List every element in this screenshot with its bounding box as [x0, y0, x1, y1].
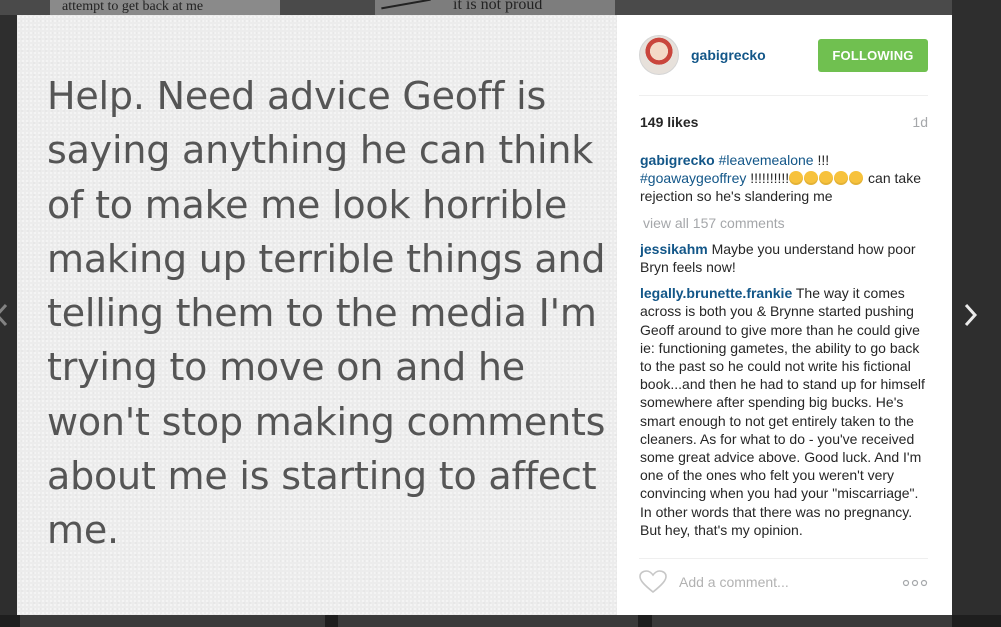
backdrop-snippet-right-text: it is not proud — [453, 0, 543, 13]
caption-username[interactable]: gabigrecko — [640, 152, 715, 168]
post-header: gabigrecko FOLLOWING — [639, 35, 928, 75]
comment-item: legally.brunette.frankie The way it come… — [640, 284, 930, 539]
backdrop-snippet-right: it is not proud — [375, 0, 615, 15]
comment-username[interactable]: jessikahm — [640, 241, 708, 257]
emoji-icon — [789, 171, 804, 186]
backdrop-tile — [652, 615, 952, 627]
comments-list[interactable]: gabigrecko #leavemealone !!! #goawaygeof… — [640, 151, 930, 551]
post-sidebar: gabigrecko FOLLOWING 149 likes 1d gabigr… — [617, 15, 952, 615]
add-comment-input[interactable] — [679, 574, 879, 590]
divider — [639, 95, 928, 96]
hashtag-link[interactable]: #goawaygeoffrey — [640, 170, 746, 186]
post-age[interactable]: 1d — [912, 114, 928, 130]
comment-text: The way it comes across is both you & Br… — [640, 285, 925, 538]
likes-count[interactable]: 149 likes — [640, 114, 698, 130]
comment-footer — [639, 567, 928, 597]
username-link[interactable]: gabigrecko — [691, 47, 766, 63]
backdrop-bottom — [0, 615, 1001, 627]
comment-username[interactable]: legally.brunette.frankie — [640, 285, 792, 301]
caption: gabigrecko #leavemealone !!! #goawaygeof… — [640, 151, 930, 206]
avatar[interactable] — [639, 35, 679, 75]
hashtag-link[interactable]: #leavemealone — [719, 152, 814, 168]
post-image-text: Help. Need advice Geoff is saying anythi… — [47, 74, 606, 553]
post-stats: 149 likes 1d — [640, 114, 928, 130]
emoji-icon — [804, 171, 819, 186]
backdrop-snippet-left: attempt to get back at me — [50, 0, 280, 15]
comment-item: jessikahm Maybe you understand how poor … — [640, 240, 930, 276]
heart-icon[interactable] — [639, 570, 667, 594]
divider — [639, 558, 928, 559]
emoji-icon — [849, 171, 864, 186]
emoji-icon — [834, 171, 849, 186]
emoji-icon — [819, 171, 834, 186]
following-button[interactable]: FOLLOWING — [818, 38, 928, 72]
chevron-left-icon[interactable] — [0, 300, 12, 330]
backdrop-arrow-stroke — [381, 0, 431, 10]
post-modal: Help. Need advice Geoff is saying anythi… — [17, 15, 952, 615]
view-all-comments-link[interactable]: view all 157 comments — [643, 214, 930, 232]
backdrop-tile — [338, 615, 638, 627]
caption-text: !!!!!!!!!! — [746, 170, 790, 187]
chevron-right-icon[interactable] — [961, 300, 981, 330]
more-options-icon[interactable] — [902, 574, 928, 590]
post-image[interactable]: Help. Need advice Geoff is saying anythi… — [17, 15, 617, 615]
backdrop-tile — [20, 615, 325, 627]
caption-text: !!! — [813, 152, 830, 168]
